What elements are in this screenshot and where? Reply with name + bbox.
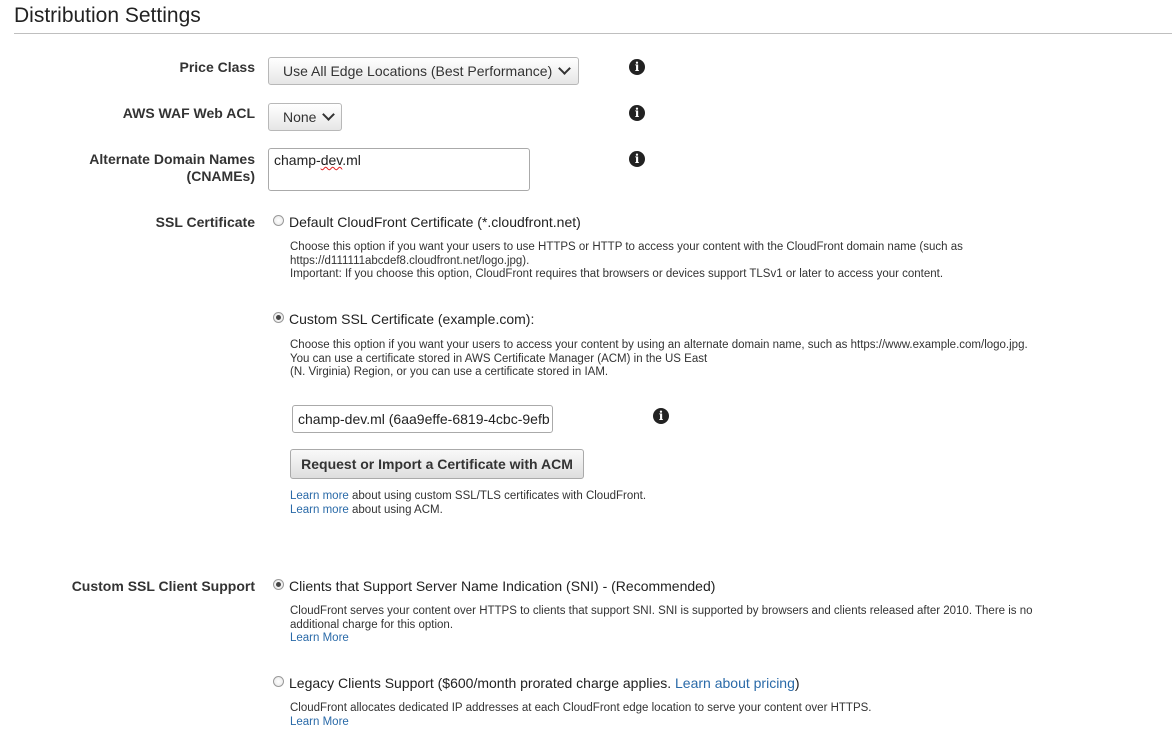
- legacy-option-suffix: ): [794, 675, 800, 691]
- desc-line: additional charge for this option.: [290, 618, 454, 631]
- waf-label: AWS WAF Web ACL: [122, 105, 255, 121]
- desc-line: CloudFront allocates dedicated IP addres…: [290, 702, 872, 714]
- learn-more-ssl-text: about using custom SSL/TLS certificates …: [348, 490, 647, 502]
- learn-more-ssl-link[interactable]: Learn more: [290, 490, 349, 502]
- price-class-value: Use All Edge Locations (Best Performance…: [283, 63, 553, 79]
- legacy-description: CloudFront allocates dedicated IP addres…: [290, 702, 1080, 729]
- desc-line: Important: If you choose this option, Cl…: [290, 268, 944, 280]
- waf-select[interactable]: None: [268, 103, 342, 131]
- custom-cert-description: Choose this option if you want your user…: [290, 339, 1080, 380]
- default-cert-description: Choose this option if you want your user…: [290, 241, 1080, 282]
- client-support-label: Custom SSL Client Support: [71, 578, 255, 594]
- desc-line: Choose this option if you want your user…: [290, 241, 963, 253]
- learn-more-acm-text: about using ACM.: [348, 503, 443, 516]
- info-icon[interactable]: i: [629, 105, 645, 121]
- sni-radio[interactable]: [273, 579, 284, 590]
- request-import-certificate-button[interactable]: Request or Import a Certificate with ACM: [290, 449, 584, 479]
- cnames-label: Alternate Domain Names (CNAMEs): [89, 151, 255, 185]
- sni-learn-more-link[interactable]: Learn More: [290, 632, 349, 644]
- cnames-textarea[interactable]: champ-dev.ml: [268, 148, 530, 191]
- info-icon[interactable]: i: [653, 408, 669, 424]
- desc-line: CloudFront serves your content over HTTP…: [290, 605, 1033, 617]
- chevron-down-icon: [558, 62, 572, 75]
- default-cert-option[interactable]: Default CloudFront Certificate (*.cloudf…: [289, 214, 581, 230]
- price-class-label: Price Class: [179, 59, 256, 75]
- custom-cert-radio[interactable]: [273, 312, 284, 323]
- custom-cert-option[interactable]: Custom SSL Certificate (example.com):: [289, 311, 534, 327]
- certificate-input[interactable]: champ-dev.ml (6aa9effe-6819-4cbc-9efb: [292, 405, 553, 433]
- info-icon[interactable]: i: [629, 151, 645, 167]
- cnames-value-prefix: champ-: [274, 152, 321, 168]
- section-title: Distribution Settings: [14, 4, 201, 27]
- default-cert-radio[interactable]: [273, 215, 284, 226]
- section-divider: [14, 33, 1172, 34]
- legacy-radio[interactable]: [273, 676, 284, 687]
- cnames-value-suffix: .ml: [342, 152, 361, 168]
- desc-line: You can use a certificate stored in AWS …: [290, 352, 708, 365]
- sni-option[interactable]: Clients that Support Server Name Indicat…: [289, 578, 715, 594]
- desc-line: https://d111111abcdef8.cloudfront.net/lo…: [290, 254, 530, 267]
- legacy-option[interactable]: Legacy Clients Support ($600/month prora…: [289, 675, 800, 691]
- chevron-down-icon: [322, 108, 336, 121]
- legacy-option-text: Legacy Clients Support ($600/month prora…: [289, 675, 676, 691]
- cnames-label-line1: Alternate Domain Names: [89, 151, 255, 167]
- legacy-learn-more-link[interactable]: Learn More: [290, 716, 349, 728]
- sni-description: CloudFront serves your content over HTTP…: [290, 605, 1080, 646]
- info-icon[interactable]: i: [629, 59, 645, 75]
- waf-value: None: [283, 109, 317, 125]
- desc-line: Choose this option if you want your user…: [290, 339, 1028, 351]
- learn-more-acm-link[interactable]: Learn more: [290, 504, 349, 516]
- ssl-certificate-label: SSL Certificate: [155, 214, 255, 230]
- acm-learn-more-text: Learn more about using custom SSL/TLS ce…: [290, 490, 1080, 517]
- cnames-value-spellcheck: dev: [320, 152, 343, 168]
- price-class-select[interactable]: Use All Edge Locations (Best Performance…: [268, 57, 579, 85]
- desc-line: (N. Virginia) Region, or you can use a c…: [290, 366, 609, 378]
- learn-about-pricing-link[interactable]: Learn about pricing: [675, 675, 795, 691]
- cnames-label-line2: (CNAMEs): [186, 168, 255, 184]
